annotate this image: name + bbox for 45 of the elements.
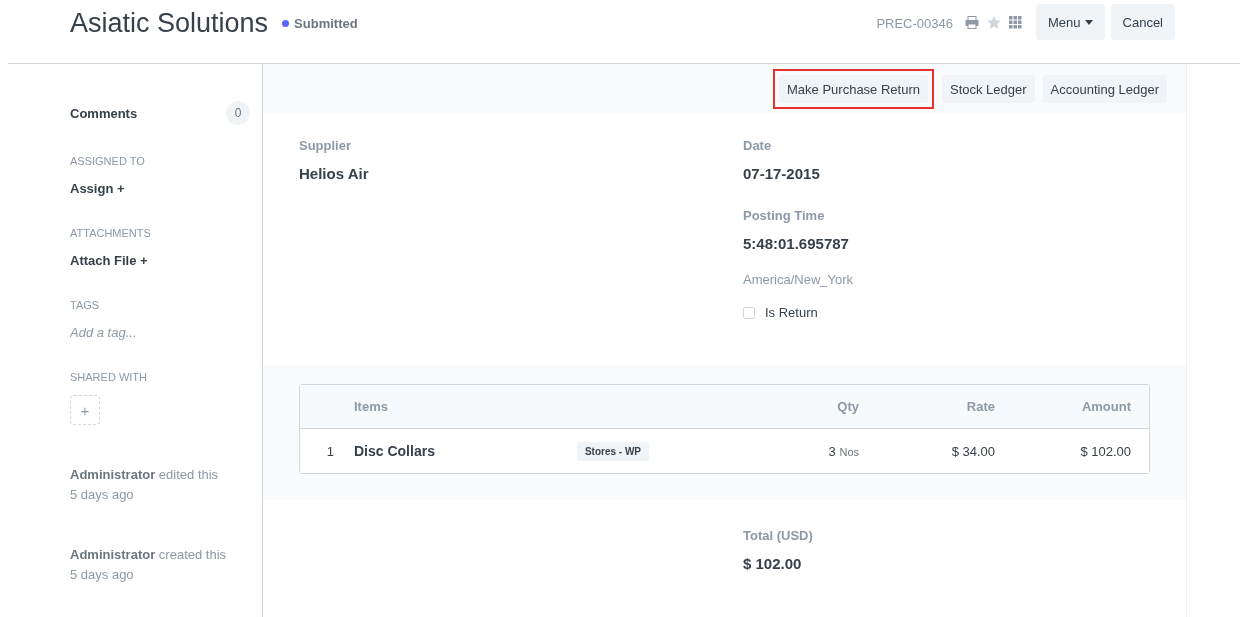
column-header: Rate [965,399,995,414]
checkbox-label: Is Return [765,305,818,320]
comments-label: Comments [70,105,138,121]
row-number: 1 [325,443,335,459]
section-heading: SHARED WITH [70,371,148,383]
print-icon[interactable] [965,16,979,29]
warehouse-tag: Stores - WP [576,441,649,461]
comment-count: 0 [226,101,250,125]
rate-cell-text: $ 34.00 [950,443,995,459]
sidebar-link[interactable]: Assign + [70,181,125,196]
column-header: Amount [1080,399,1131,414]
amount-cell-text: $ 102.00 [1079,443,1131,459]
field-value: Helios Air [299,165,370,182]
total-value: $ 102.00 [743,555,803,572]
activity-time: 5 days ago [70,566,135,584]
activity-text: Administrator created this [70,546,228,564]
page-title: Asiatic Solutions [70,8,269,38]
sidebar-link[interactable]: Attach File + [70,253,148,268]
item-name: Disc Collars [354,443,435,459]
field-label: Supplier [299,138,352,153]
status-indicator: Submitted [282,16,358,31]
qty-cell-text: 3 Nos [827,443,859,459]
action-button[interactable]: Accounting Ledger [1042,75,1167,103]
activity-text: Administrator edited this [70,466,220,484]
section-heading: ASSIGNED TO [70,155,146,167]
cancel-button[interactable]: Cancel [1110,4,1175,40]
field-value: 07-17-2015 [743,165,821,182]
document-id: PREC-00346 [876,16,953,31]
column-header: Qty [836,399,859,414]
action-button[interactable]: Stock Ledger [941,75,1035,103]
checkbox[interactable] [743,306,755,319]
field-label: Posting Time [743,208,826,223]
grid-icon[interactable] [1009,16,1022,29]
section-heading: TAGS [70,299,101,311]
star-icon[interactable] [987,16,1001,29]
total-label: Total (USD) [743,528,814,543]
section-heading: ATTACHMENTS [70,227,152,239]
timezone-text: America/New_York [743,272,855,287]
field-label: Date [743,138,773,153]
caret-icon [1084,19,1093,25]
activity-time: 5 days ago [70,486,135,504]
field-value: 5:48:01.695787 [743,235,850,252]
action-button[interactable]: Make Purchase Return [779,75,928,103]
column-header: Items [354,399,389,414]
menu-button[interactable]: Menu [1036,4,1105,40]
